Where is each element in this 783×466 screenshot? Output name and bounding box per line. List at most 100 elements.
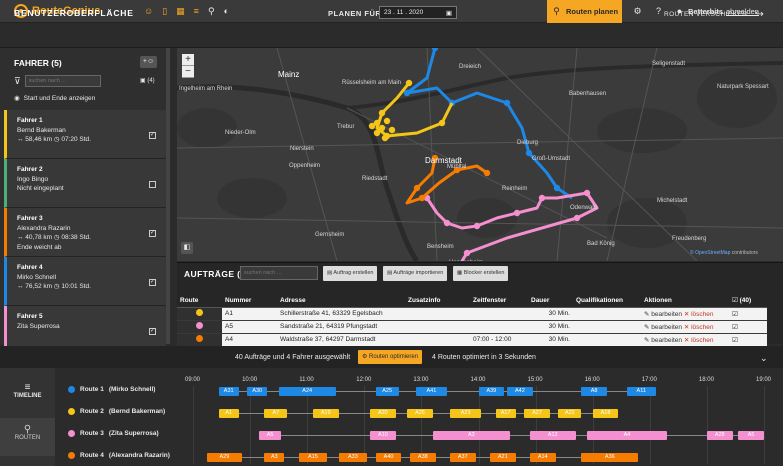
order-block[interactable]: A26 <box>407 409 433 418</box>
order-block[interactable]: A38 <box>409 453 436 462</box>
route-row-label[interactable]: Route 2 (Bernd Bakerman) <box>68 408 165 415</box>
col-nummer[interactable]: Nummer <box>222 294 277 308</box>
driver-card[interactable]: Fahrer 4 Mirko Schnell ↔ 76,52 km ◷ 10:01 … <box>4 257 166 306</box>
edit-link[interactable]: ✎ bearbeiten <box>644 324 682 331</box>
create-order-button[interactable]: ▤ Auftrag erstellen <box>323 266 378 281</box>
col-select[interactable]: ☑ (40) <box>729 294 767 308</box>
order-block[interactable]: A5 <box>738 431 764 440</box>
driver-card[interactable]: Fahrer 3 Alexandra Razarin ↔ 40,78 km ◷ 08… <box>4 208 166 257</box>
col-adresse[interactable]: Adresse <box>277 294 405 308</box>
zoom-out-button[interactable]: − <box>182 66 194 78</box>
order-block[interactable]: A11 <box>626 387 656 396</box>
order-block[interactable]: A36 <box>581 453 639 462</box>
order-block[interactable]: A18 <box>592 409 619 418</box>
send-routes-button[interactable]: ROUTEN VERSCHICKEN ↪ <box>664 9 764 20</box>
col-dauer[interactable]: Dauer <box>528 294 573 308</box>
help-icon[interactable]: ? <box>653 6 664 17</box>
order-block[interactable]: A21 <box>489 453 516 462</box>
order-block[interactable]: A5 <box>258 431 282 440</box>
order-block[interactable]: A23 <box>449 409 482 418</box>
route-row-label[interactable]: Route 3 (Zita Superrosa) <box>68 430 159 437</box>
order-block[interactable]: A15 <box>298 453 328 462</box>
delete-link[interactable]: ✕ löschen <box>684 337 714 344</box>
import-orders-button[interactable]: ▤ Aufträge importieren <box>383 266 448 281</box>
order-row[interactable]: A5 Sandstraße 21, 64319 Pfungstadt 30 Min.… <box>177 320 767 334</box>
order-block[interactable]: A8 <box>581 387 607 396</box>
optimize-routes-button[interactable]: ⚙ Routen optimieren <box>358 350 422 364</box>
driver-search-input[interactable] <box>24 75 101 87</box>
order-block[interactable]: A14 <box>529 453 556 462</box>
order-block[interactable]: A28 <box>706 431 733 440</box>
delete-link[interactable]: ✕ löschen <box>684 311 714 318</box>
route-row-label[interactable]: Route 4 (Alexandra Razarin) <box>68 452 170 459</box>
order-block[interactable]: A41 <box>415 387 448 396</box>
route-map[interactable]: Mainz Rüsselsheim am Main Ingelheim am Rhe… <box>177 48 783 261</box>
create-blocker-button[interactable]: ▦ Blocker erstellen <box>453 266 509 281</box>
order-row[interactable]: A1 Schillerstraße 41, 63329 Egelsbach 30 M… <box>177 307 767 321</box>
order-block[interactable]: A37 <box>449 453 476 462</box>
order-block[interactable]: A27 <box>524 409 550 418</box>
driver-checkbox[interactable]: ✓ <box>149 132 156 139</box>
tab-timeline[interactable]: ≡ TIMELINE <box>0 378 55 413</box>
order-checkbox[interactable]: ☑ <box>732 324 738 331</box>
osm-link[interactable]: © OpenStreetMap <box>690 250 730 256</box>
col-zeitfenster[interactable]: Zeitfenster <box>470 294 528 308</box>
driver-checkbox[interactable]: ✓ <box>149 230 156 237</box>
order-block[interactable]: A22 <box>558 409 582 418</box>
driver-card[interactable]: Fahrer 2 Ingo Bingo Nicht eingeplant <box>4 159 166 208</box>
filter-icon[interactable]: ⊽ <box>14 76 21 87</box>
route-view-icon[interactable]: ⚲ <box>208 6 215 17</box>
driver-checkbox[interactable] <box>149 181 156 188</box>
order-block[interactable]: A10 <box>370 431 396 440</box>
plan-routes-button[interactable]: ⚲ Routen planen <box>547 0 622 23</box>
order-block[interactable]: A31 <box>218 387 239 396</box>
order-block[interactable]: A20 <box>370 409 396 418</box>
driver-card[interactable]: Fahrer 1 Bernd Bakerman ↔ 58,46 km ◷ 07:20… <box>4 110 166 159</box>
orders-view-icon[interactable]: ▯ <box>162 6 167 17</box>
route-row-label[interactable]: Route 1 (Mirko Schnell) <box>68 386 155 393</box>
tab-routes[interactable]: ⚲ ROUTEN <box>0 418 55 456</box>
order-block[interactable]: A39 <box>478 387 505 396</box>
col-route[interactable]: Route <box>177 294 222 308</box>
select-all-checkbox[interactable]: ▣ <box>140 78 146 84</box>
order-block[interactable]: A12 <box>529 431 576 440</box>
order-block[interactable]: A24 <box>278 387 336 396</box>
order-block[interactable]: A33 <box>338 453 368 462</box>
chevron-down-icon[interactable]: ⌄ <box>760 353 768 364</box>
order-block[interactable]: A19 <box>312 409 339 418</box>
driver-checkbox[interactable]: ✓ <box>149 279 156 286</box>
contrast-icon[interactable]: ◐ <box>224 6 229 17</box>
order-checkbox[interactable]: ☑ <box>732 311 738 318</box>
route-driver: (Bernd Bakerman) <box>108 408 166 415</box>
order-block[interactable]: A40 <box>375 453 402 462</box>
delete-link[interactable]: ✕ löschen <box>684 324 714 331</box>
zoom-in-button[interactable]: + <box>182 54 194 66</box>
order-block[interactable]: A3 <box>264 453 285 462</box>
orders-search-input[interactable] <box>240 266 318 280</box>
order-block[interactable]: A17 <box>495 409 516 418</box>
order-block[interactable]: A29 <box>207 453 242 462</box>
list-view-icon[interactable]: ≡ <box>194 6 199 17</box>
order-block[interactable]: A1 <box>218 409 239 418</box>
order-block[interactable]: A25 <box>375 387 399 396</box>
col-zusatz[interactable]: Zusatzinfo <box>405 294 470 308</box>
order-block[interactable]: A42 <box>507 387 533 396</box>
drivers-view-icon[interactable]: ☺ <box>144 6 153 17</box>
order-row[interactable]: A4 Waldstraße 37, 64297 Darmstadt 07:00 - … <box>177 333 767 347</box>
start-end-toggle[interactable]: ◉ Start und Ende anzeigen <box>14 94 95 103</box>
order-checkbox[interactable]: ☑ <box>732 337 738 344</box>
date-picker[interactable]: 23 . 11 . 2020 ▣ <box>379 6 457 19</box>
settings-icon[interactable]: ⚙ <box>632 6 643 17</box>
col-quali[interactable]: Qualifikationen <box>573 294 641 308</box>
edit-link[interactable]: ✎ bearbeiten <box>644 311 682 318</box>
map-layer-button[interactable]: ◧ <box>181 242 193 254</box>
sidebar-scrollbar[interactable] <box>166 48 170 344</box>
map-view-icon[interactable]: ▦ <box>176 6 185 17</box>
order-block[interactable]: A7 <box>264 409 288 418</box>
order-block[interactable]: A4 <box>586 431 667 440</box>
edit-link[interactable]: ✎ bearbeiten <box>644 337 682 344</box>
order-block[interactable]: A3 <box>432 431 510 440</box>
order-block[interactable]: A30 <box>247 387 268 396</box>
driver-checkbox[interactable]: ✓ <box>149 328 156 335</box>
add-driver-button[interactable]: +☺ <box>140 56 157 68</box>
